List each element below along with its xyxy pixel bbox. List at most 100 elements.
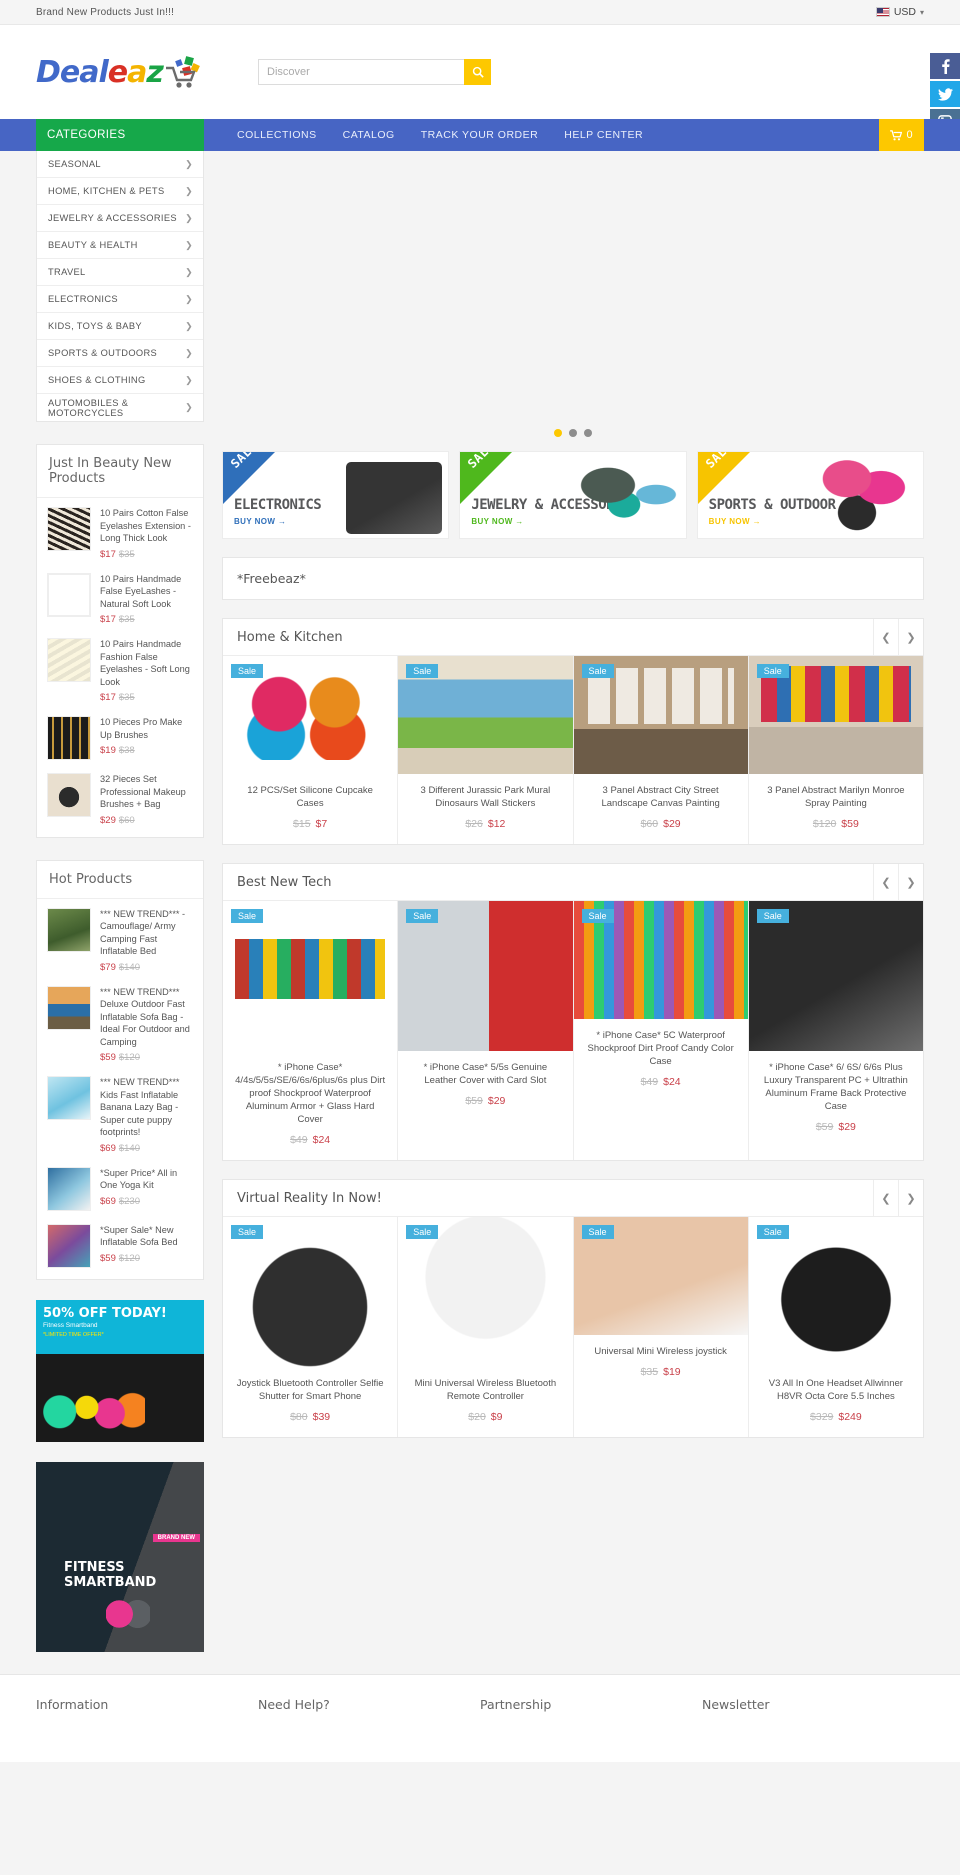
product-thumbnail (47, 1076, 91, 1120)
category-item-jewelry-accessories[interactable]: JEWELRY & ACCESSORIES ❯ (37, 205, 203, 232)
product-name: Universal Mini Wireless joystick (594, 1346, 727, 1357)
category-label: AUTOMOBILES & MOTORCYCLES (48, 397, 129, 418)
category-item-kids-toys-baby[interactable]: KIDS, TOYS & BABY ❯ (37, 313, 203, 340)
product-price: $29 (100, 814, 116, 826)
category-item-shoes-clothing[interactable]: SHOES & CLOTHING ❯ (37, 367, 203, 394)
list-item[interactable]: 10 Pairs Handmade False EyeLashes - Natu… (37, 564, 203, 630)
product-card[interactable]: Sale Mini Universal Wireless Bluetooth R… (398, 1217, 574, 1437)
promo-cta[interactable]: BUY NOW → (234, 517, 321, 526)
category-item-seasonal[interactable]: SEASONAL ❯ (37, 151, 203, 178)
site-logo[interactable]: Dealeaz (36, 45, 212, 99)
product-old-price: $120 (118, 1052, 140, 1063)
status-badge: Sale (756, 909, 789, 923)
cart-button[interactable]: 0 (879, 119, 924, 151)
currency-label: USD (893, 6, 916, 18)
hero-slider[interactable] (222, 151, 924, 451)
chevron-left-icon[interactable]: ❮ (873, 1179, 898, 1217)
promo-banner-sports-outdoor[interactable]: SALE SPORTS & OUTDOOR BUY NOW → (696, 451, 924, 539)
product-card[interactable]: Sale 3 Panel Abstract City Street Landsc… (573, 656, 749, 844)
section-home-kitchen: Home & Kitchen ❮ ❯ Sale 12 PCS/Set Silic… (222, 618, 924, 845)
chevron-right-icon: ❯ (185, 320, 193, 331)
product-price: $17 (100, 692, 116, 703)
categories-menu-button[interactable]: CATEGORIES (36, 119, 204, 151)
chevron-right-icon[interactable]: ❯ (898, 863, 923, 901)
sidebar-banner-fitness-50-off[interactable]: 50% OFF TODAY! Fitness Smartband *LIMITE… (36, 1299, 204, 1442)
announcement-bar: Brand New Products Just In!!! USD ▾ (0, 0, 960, 25)
category-item-travel[interactable]: TRAVEL ❯ (37, 259, 203, 286)
twitter-icon[interactable] (930, 81, 960, 107)
product-card[interactable]: Sale 3 Different Jurassic Park Mural Din… (398, 656, 574, 844)
nav-link-collections[interactable]: COLLECTIONS (224, 119, 330, 151)
product-card[interactable]: Sale 3 Panel Abstract Marilyn Monroe Spr… (748, 656, 923, 844)
category-item-beauty-health[interactable]: BEAUTY & HEALTH ❯ (37, 232, 203, 259)
status-badge: Sale (581, 909, 614, 923)
currency-selector[interactable]: USD ▾ (875, 6, 924, 18)
product-card[interactable]: Sale * iPhone Case* 6/ 6S/ 6/6s Plus Lux… (748, 901, 923, 1160)
category-item-sports-outdoors[interactable]: SPORTS & OUTDOORS ❯ (37, 340, 203, 367)
chevron-right-icon[interactable]: ❯ (898, 618, 923, 656)
section-title: Home & Kitchen (237, 629, 343, 645)
list-item[interactable]: *** NEW TREND*** Deluxe Outdoor Fast Inf… (37, 977, 203, 1068)
product-name: Joystick Bluetooth Controller Selfie Shu… (236, 1378, 384, 1402)
slider-dot-3[interactable] (584, 429, 592, 437)
widget-title: Just In Beauty New Products (37, 445, 203, 498)
product-price: $39 (312, 1411, 331, 1423)
product-price: $59 (100, 1052, 116, 1063)
nav-link-track-your-order[interactable]: TRACK YOUR ORDER (408, 119, 552, 151)
product-card[interactable]: Sale Joystick Bluetooth Controller Selfi… (223, 1217, 399, 1437)
product-old-price: $35 (640, 1366, 659, 1378)
product-card[interactable]: Sale * iPhone Case* 5/5s Genuine Leather… (398, 901, 574, 1160)
product-name: 10 Pairs Handmade Fashion False Eyelashe… (100, 639, 190, 687)
chevron-down-icon: ▾ (919, 7, 924, 17)
product-old-price: $80 (290, 1411, 308, 1423)
product-price: $29 (663, 818, 681, 830)
search-button[interactable] (464, 59, 491, 85)
product-card[interactable]: Sale V3 All In One Headset Allwinner H8V… (748, 1217, 923, 1437)
footer-column-title: Newsletter (702, 1696, 770, 1712)
banner-subline: Fitness Smartband (43, 1321, 98, 1329)
search-input[interactable] (258, 59, 464, 85)
list-item[interactable]: 10 Pieces Pro Make Up Brushes $19 $38 (37, 707, 203, 764)
product-card[interactable]: Sale * iPhone Case* 4/4s/5/5s/SE/6/6s/6p… (223, 901, 399, 1160)
product-card[interactable]: Sale * iPhone Case* 5C Waterproof Shockp… (573, 901, 749, 1160)
product-card[interactable]: Sale 12 PCS/Set Silicone Cupcake Cases $… (223, 656, 399, 844)
product-old-price: $60 (118, 814, 135, 826)
section-title: Virtual Reality In Now! (237, 1190, 382, 1206)
chevron-right-icon[interactable]: ❯ (898, 1179, 923, 1217)
product-name: 3 Different Jurassic Park Mural Dinosaur… (420, 785, 551, 809)
slider-dot-2[interactable] (569, 429, 577, 437)
list-item[interactable]: 10 Pairs Handmade Fashion False Eyelashe… (37, 629, 203, 707)
product-name: *Super Sale* New Inflatable Sofa Bed (100, 1224, 178, 1248)
promo-product-image (346, 462, 443, 534)
nav-link-catalog[interactable]: CATALOG (330, 119, 408, 151)
category-item-home-kitchen-pets[interactable]: HOME, KITCHEN & PETS ❯ (37, 178, 203, 205)
list-item[interactable]: *Super Sale* New Inflatable Sofa Bed $59… (37, 1215, 203, 1279)
category-item-automobiles-motorcycles[interactable]: AUTOMOBILES & MOTORCYCLES ❯ (37, 394, 203, 421)
logo-text: Dealeaz (36, 54, 164, 90)
category-item-electronics[interactable]: ELECTRONICS ❯ (37, 286, 203, 313)
list-item[interactable]: 10 Pairs Cotton False Eyelashes Extensio… (37, 498, 203, 564)
product-name: 3 Panel Abstract Marilyn Monroe Spray Pa… (767, 785, 905, 809)
list-item[interactable]: *Super Price* All in One Yoga Kit $69 $23… (37, 1158, 203, 1215)
list-item[interactable]: *** NEW TREND*** - Camouflage/ Army Camp… (37, 899, 203, 977)
footer-column-title: Partnership (480, 1696, 552, 1712)
nav-link-help-center[interactable]: HELP CENTER (551, 119, 656, 151)
promo-banner-electronics[interactable]: SALE ELECTRONICS BUY NOW → (222, 451, 450, 539)
chevron-left-icon[interactable]: ❮ (873, 618, 898, 656)
product-price: $59 (100, 1252, 116, 1264)
product-image: Sale (573, 656, 748, 774)
category-list: SEASONAL ❯ HOME, KITCHEN & PETS ❯ JEWELRY … (36, 151, 204, 422)
list-item[interactable]: *** NEW TREND*** Kids Fast Inflatable Ba… (37, 1067, 203, 1158)
chevron-left-icon[interactable]: ❮ (873, 863, 898, 901)
list-item[interactable]: 32 Pieces Set Professional Makeup Brushe… (37, 764, 203, 837)
section-virtual-reality: Virtual Reality In Now! ❮ ❯ Sale Joystic… (222, 1179, 924, 1438)
promo-banner-jewelry-accessories[interactable]: SALE JEWELRY & ACCESSORIES BUY NOW → (459, 451, 687, 539)
sidebar-banner-fitness-brand-new[interactable]: BRAND NEW FITNESS SMARTBAND (36, 1461, 204, 1652)
product-thumbnail (47, 1166, 91, 1211)
product-name: 10 Pieces Pro Make Up Brushes (100, 717, 183, 740)
slider-dot-1[interactable] (554, 429, 562, 437)
facebook-icon[interactable] (930, 53, 960, 79)
product-old-price: $35 (118, 548, 135, 560)
product-card[interactable]: Sale Universal Mini Wireless joystick $3… (573, 1217, 749, 1437)
product-image: Sale (748, 901, 923, 1051)
